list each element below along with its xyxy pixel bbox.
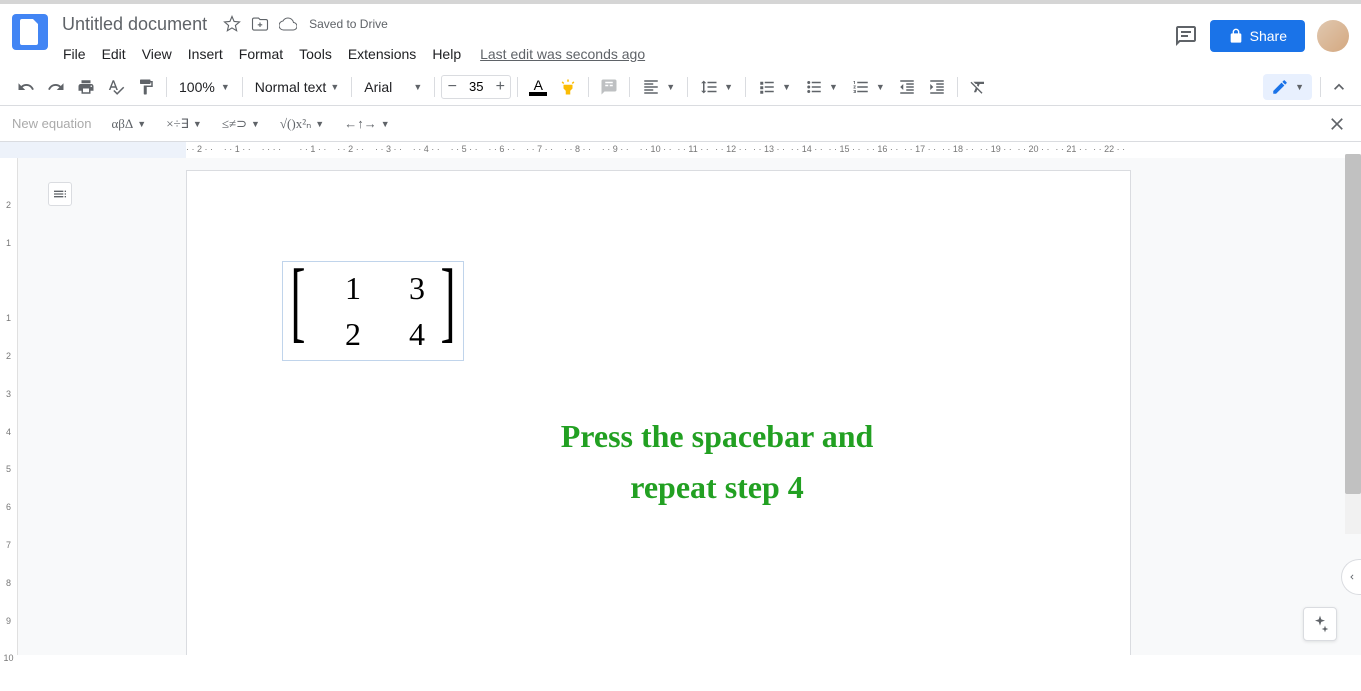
font-dropdown[interactable]: Arial▼ (358, 75, 428, 99)
text-color-button[interactable]: A (524, 78, 552, 96)
share-label: Share (1250, 28, 1287, 44)
redo-button[interactable] (42, 73, 70, 101)
menu-format[interactable]: Format (232, 42, 290, 66)
saved-status: Saved to Drive (309, 17, 388, 31)
font-size-decrease[interactable]: − (442, 76, 462, 98)
style-dropdown[interactable]: Normal text▼ (249, 75, 346, 99)
cloud-icon[interactable] (279, 15, 297, 33)
highlight-button[interactable] (554, 73, 582, 101)
matrix-cell: 4 (409, 316, 425, 353)
align-dropdown[interactable]: ▼ (636, 74, 681, 100)
relations-dropdown[interactable]: ≤≠⊃▼ (218, 113, 264, 135)
checklist-dropdown[interactable]: ▼ (752, 74, 797, 100)
paint-format-button[interactable] (132, 73, 160, 101)
greek-letters-dropdown[interactable]: αβΔ▼ (108, 113, 151, 135)
undo-button[interactable] (12, 73, 40, 101)
font-size-input[interactable] (462, 79, 490, 94)
comment-history-icon[interactable] (1174, 24, 1198, 48)
increase-indent-button[interactable] (923, 73, 951, 101)
line-spacing-dropdown[interactable]: ▼ (694, 74, 739, 100)
print-button[interactable] (72, 73, 100, 101)
matrix-cell: 3 (409, 270, 425, 307)
last-edit-link[interactable]: Last edit was seconds ago (480, 46, 645, 62)
insert-comment-button[interactable] (595, 73, 623, 101)
decrease-indent-button[interactable] (893, 73, 921, 101)
editing-mode-dropdown[interactable]: ▼ (1263, 74, 1312, 100)
menu-extensions[interactable]: Extensions (341, 42, 423, 66)
arrows-dropdown[interactable]: ←↑→▼ (340, 113, 393, 135)
numbered-list-dropdown[interactable]: ▼ (846, 74, 891, 100)
docs-logo[interactable] (12, 14, 48, 50)
move-icon[interactable] (251, 15, 269, 33)
math-ops-dropdown[interactable]: √()x²ₙ▼ (276, 113, 328, 135)
annotation-text: Press the spacebar and repeat step 4 (467, 411, 967, 513)
menu-edit[interactable]: Edit (95, 42, 133, 66)
equation-toolbar: New equation αβΔ▼ ×÷∃▼ ≤≠⊃▼ √()x²ₙ▼ ←↑→▼ (0, 106, 1361, 142)
document-title[interactable]: Untitled document (56, 12, 213, 37)
spellcheck-button[interactable] (102, 73, 130, 101)
close-equation-bar-icon[interactable] (1327, 114, 1347, 134)
new-equation-label[interactable]: New equation (12, 116, 92, 131)
lock-icon (1228, 28, 1244, 44)
matrix-cell: 1 (345, 270, 361, 307)
clear-formatting-button[interactable] (964, 73, 992, 101)
menu-tools[interactable]: Tools (292, 42, 339, 66)
user-avatar[interactable] (1317, 20, 1349, 52)
outline-toggle-button[interactable] (48, 182, 72, 206)
menu-insert[interactable]: Insert (181, 42, 230, 66)
zoom-dropdown[interactable]: 100%▼ (173, 75, 236, 99)
pencil-icon (1271, 78, 1289, 96)
menu-view[interactable]: View (135, 42, 179, 66)
font-size-increase[interactable]: + (490, 76, 510, 98)
document-page: [ 1 3 2 4 ] Press the spacebar and repea… (186, 170, 1131, 655)
matrix-cell: 2 (345, 316, 361, 353)
menu-help[interactable]: Help (425, 42, 468, 66)
vertical-scrollbar[interactable] (1345, 154, 1361, 534)
toolbar: 100%▼ Normal text▼ Arial▼ − + A ▼ ▼ ▼ ▼ … (0, 68, 1361, 106)
menu-file[interactable]: File (56, 42, 93, 66)
collapse-toolbar-button[interactable] (1329, 77, 1349, 97)
bullet-list-dropdown[interactable]: ▼ (799, 74, 844, 100)
header: Untitled document Saved to Drive File Ed… (0, 4, 1361, 68)
explore-button[interactable] (1303, 607, 1337, 641)
share-button[interactable]: Share (1210, 20, 1305, 52)
vertical-ruler[interactable]: 2112345678910 (0, 158, 18, 655)
misc-ops-dropdown[interactable]: ×÷∃▼ (162, 113, 206, 135)
matrix-equation[interactable]: [ 1 3 2 4 ] (282, 261, 464, 361)
star-icon[interactable] (223, 15, 241, 33)
font-size-control: − + (441, 75, 511, 99)
horizontal-ruler[interactable]: · · 2 · ·· · 1 · ·· · · ·· · 1 · ·· · 2 … (0, 142, 1361, 158)
